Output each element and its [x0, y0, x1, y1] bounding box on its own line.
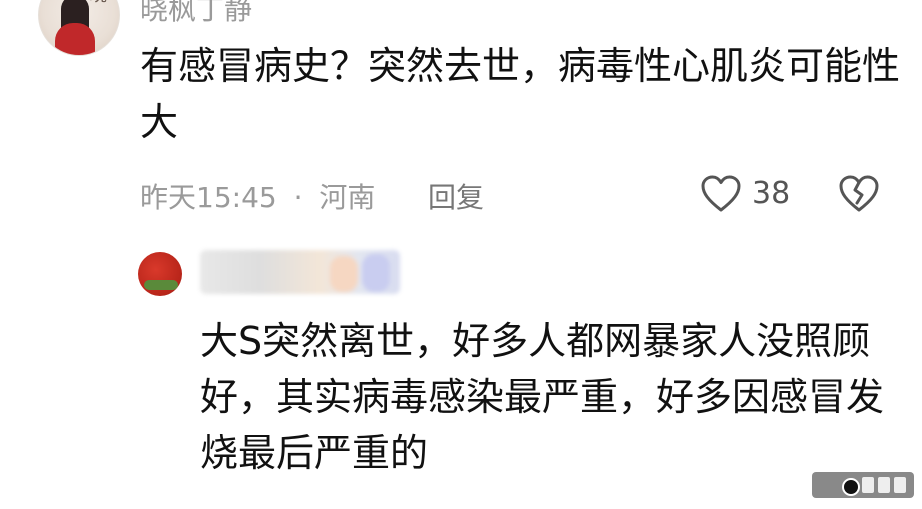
comment-location: 河南	[319, 181, 376, 214]
reply-button[interactable]: 回复	[428, 176, 484, 216]
broken-heart-svg	[839, 175, 879, 212]
heart-outline-svg	[701, 175, 741, 212]
watermark-logo	[842, 478, 860, 496]
commenter-username[interactable]: 晓枫丁静	[140, 0, 252, 28]
commenter-avatar[interactable]: 晓	[38, 0, 120, 56]
broken-heart-icon[interactable]	[838, 175, 880, 213]
watermark-glyph	[862, 477, 874, 493]
comment-meta: 昨天15:45 · 河南	[140, 176, 375, 216]
blurred-emoji	[362, 254, 390, 292]
comment-time: 昨天15:45	[140, 181, 277, 214]
avatar-dress	[55, 23, 95, 55]
reply-username-blurred[interactable]	[200, 250, 400, 294]
heart-outline-icon[interactable]	[700, 175, 742, 213]
reply-avatar[interactable]	[138, 252, 182, 296]
watermark	[812, 472, 914, 498]
like-count: 38	[752, 176, 791, 211]
avatar-leaf	[144, 280, 178, 290]
watermark-glyph	[878, 477, 890, 493]
blurred-emoji	[330, 256, 358, 292]
meta-separator: ·	[293, 181, 303, 214]
avatar-char: 晓	[89, 0, 107, 7]
reply-text: 大S突然离世，好多人都网暴家人没照顾好，其实病毒感染最严重，好多因感冒发烧最后严…	[200, 319, 885, 475]
watermark-glyph	[894, 477, 906, 493]
comment-text: 有感冒病史？突然去世，病毒性心肌炎可能性大	[140, 44, 901, 144]
